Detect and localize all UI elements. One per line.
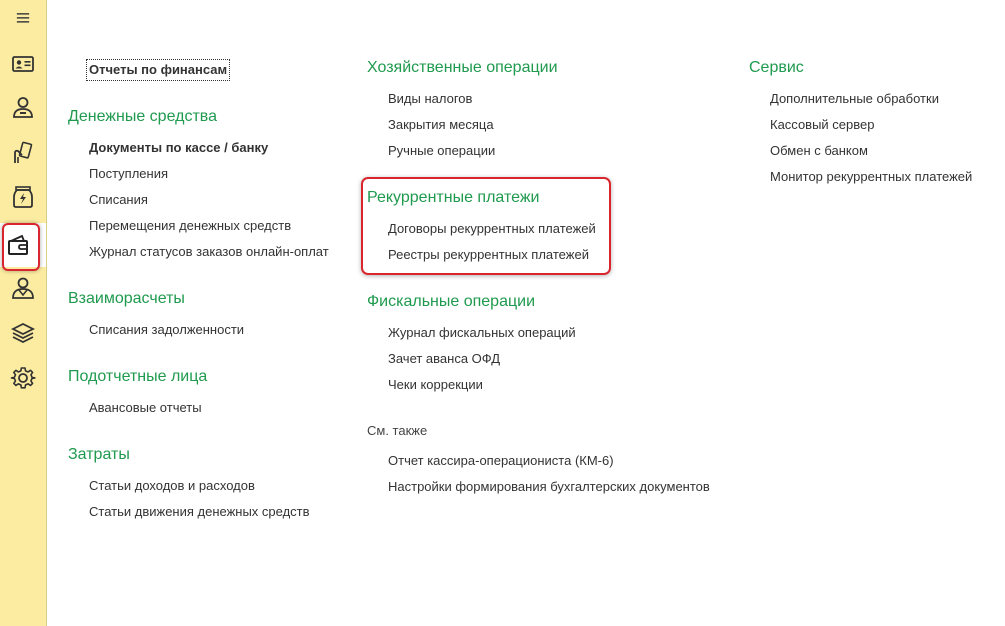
sidebar-item-main[interactable] — [0, 44, 46, 84]
money-jar-icon — [13, 186, 33, 208]
link-debt-write-offs[interactable]: Списания задолженности — [89, 322, 244, 338]
link-write-offs[interactable]: Списания — [89, 192, 148, 208]
section-title-money: Денежные средства — [68, 108, 217, 125]
link-month-closing[interactable]: Закрытия месяца — [388, 117, 494, 133]
link-recurring-contracts[interactable]: Договоры рекуррентных платежей — [388, 221, 596, 237]
link-tax-types[interactable]: Виды налогов — [388, 91, 472, 107]
link-manual-operations[interactable]: Ручные операции — [388, 143, 495, 159]
link-receipts[interactable]: Поступления — [89, 166, 168, 182]
link-bank-exchange[interactable]: Обмен с банком — [770, 143, 868, 159]
section-title-business-ops: Хозяйственные операции — [367, 59, 558, 76]
sidebar-item-finance[interactable] — [0, 223, 46, 267]
menu-icon — [16, 13, 30, 23]
sidebar-item-purchases[interactable] — [0, 177, 46, 217]
link-online-payment-status-log[interactable]: Журнал статусов заказов онлайн-оплат — [89, 244, 329, 260]
link-recurring-monitor[interactable]: Монитор рекуррентных платежей — [770, 169, 972, 185]
wallet-icon — [8, 234, 28, 255]
link-correction-receipts[interactable]: Чеки коррекции — [388, 377, 483, 393]
section-title-see-also: См. также — [367, 423, 428, 438]
link-accounting-docs-settings[interactable]: Настройки формирования бухгалтерских док… — [388, 479, 710, 495]
link-cash-bank-documents[interactable]: Документы по кассе / банку — [89, 140, 268, 156]
link-km6-report[interactable]: Отчет кассира-операциониста (КМ-6) — [388, 453, 614, 469]
id-card-icon — [12, 56, 34, 72]
section-title-settlements: Взаиморасчеты — [68, 290, 185, 307]
sidebar-item-staff[interactable] — [0, 268, 46, 308]
person-icon — [13, 97, 33, 118]
layers-icon — [10, 322, 36, 344]
link-recurring-registers[interactable]: Реестры рекуррентных платежей — [388, 247, 589, 263]
sidebar-item-sales[interactable] — [0, 133, 46, 173]
link-money-transfers[interactable]: Перемещения денежных средств — [89, 218, 291, 234]
people-icon — [12, 277, 34, 299]
link-cash-server[interactable]: Кассовый сервер — [770, 117, 874, 133]
gear-icon — [10, 367, 36, 389]
sidebar-item-reports[interactable] — [0, 313, 46, 353]
sidebar-item-crm[interactable] — [0, 87, 46, 127]
link-ofd-advance-offset[interactable]: Зачет аванса ОФД — [388, 351, 500, 367]
link-income-expense-items[interactable]: Статьи доходов и расходов — [89, 478, 255, 494]
section-title-costs: Затраты — [68, 446, 130, 463]
sidebar-item-settings[interactable] — [0, 358, 46, 398]
section-title-recurring: Рекуррентные платежи — [367, 189, 540, 206]
link-additional-processing[interactable]: Дополнительные обработки — [770, 91, 939, 107]
link-finance-reports[interactable]: Отчеты по финансам — [85, 59, 231, 81]
sidebar — [0, 0, 47, 626]
link-cash-flow-items[interactable]: Статьи движения денежных средств — [89, 504, 310, 520]
section-title-service: Сервис — [749, 59, 804, 76]
link-advance-reports[interactable]: Авансовые отчеты — [89, 400, 202, 416]
link-fiscal-journal[interactable]: Журнал фискальных операций — [388, 325, 576, 341]
menu-button[interactable] — [0, 0, 46, 36]
section-title-accountable: Подотчетные лица — [68, 368, 208, 385]
section-title-fiscal: Фискальные операции — [367, 293, 535, 310]
hand-card-icon — [14, 141, 33, 163]
